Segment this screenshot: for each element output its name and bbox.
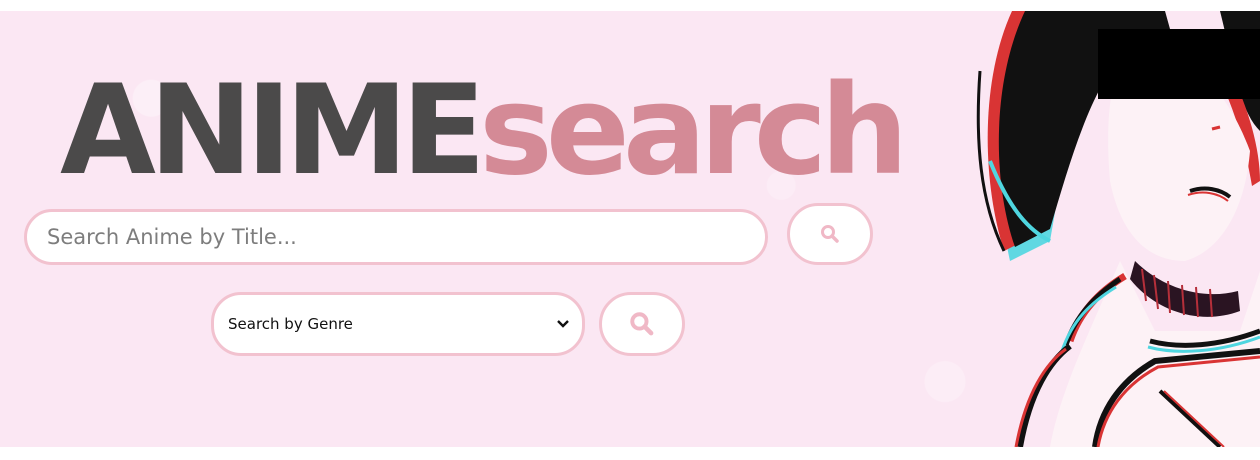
site-logo: ANIMEsearch — [60, 69, 908, 193]
title-search-button[interactable] — [787, 203, 873, 265]
chevron-down-icon — [557, 320, 569, 328]
genre-select-value: Search by Genre — [228, 315, 353, 333]
search-icon — [821, 225, 839, 243]
title-search-input[interactable] — [24, 209, 768, 265]
logo-anime-text: ANIME — [60, 59, 486, 203]
genre-search-button[interactable] — [599, 292, 685, 356]
search-icon — [630, 312, 654, 336]
anime-character-illustration — [976, 11, 1260, 447]
hero-banner: ANIMEsearch Search by Genre — [0, 11, 1260, 447]
genre-select[interactable]: Search by Genre — [211, 292, 585, 356]
logo-search-text: search — [478, 59, 909, 203]
